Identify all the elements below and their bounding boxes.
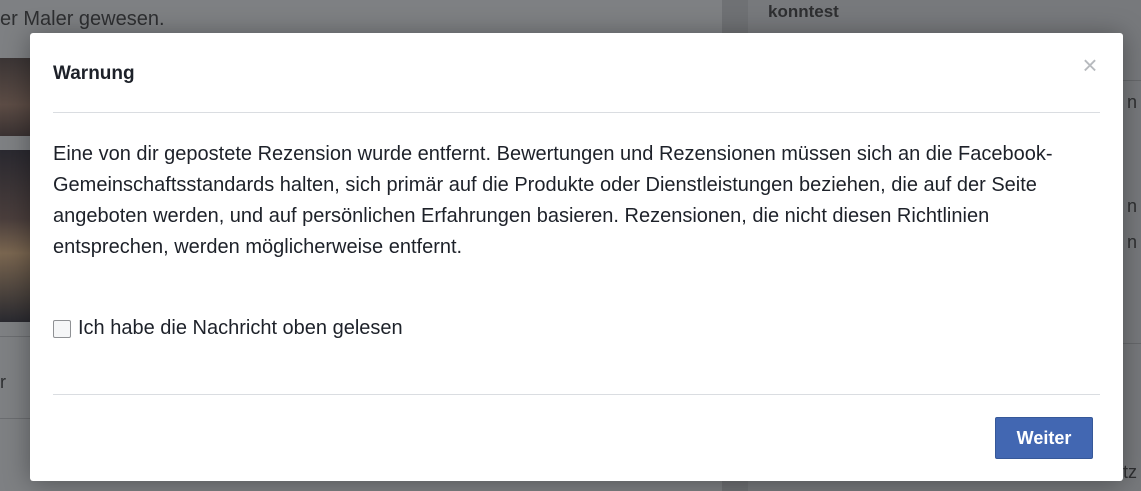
background-divider [0,336,30,337]
background-photo [0,58,30,136]
dialog-message: Eine von dir gepostete Rezension wurde e… [53,143,1053,258]
warning-dialog: Warnung × Eine von dir gepostete Rezensi… [30,33,1123,481]
dialog-footer-divider [53,394,1100,395]
background-text-fragment: n [1126,232,1137,252]
acknowledge-checkbox-row[interactable]: Ich habe die Nachricht oben gelesen [53,317,403,340]
dialog-title: Warnung [53,63,135,84]
background-text-fragment: n [1126,92,1137,112]
continue-button[interactable]: Weiter [995,417,1093,459]
background-text-fragment: r [0,372,6,392]
acknowledge-checkbox-label[interactable]: Ich habe die Nachricht oben gelesen [78,317,403,340]
close-icon[interactable]: × [1078,52,1102,78]
background-sidebar-heading: konntest [768,2,839,21]
background-text-fragment: tz [1122,462,1137,482]
background-divider [0,418,30,419]
acknowledge-checkbox[interactable] [53,319,71,338]
background-photo [0,150,30,322]
background-text-fragment: n [1126,196,1137,216]
dialog-header: Warnung × [53,33,1100,113]
